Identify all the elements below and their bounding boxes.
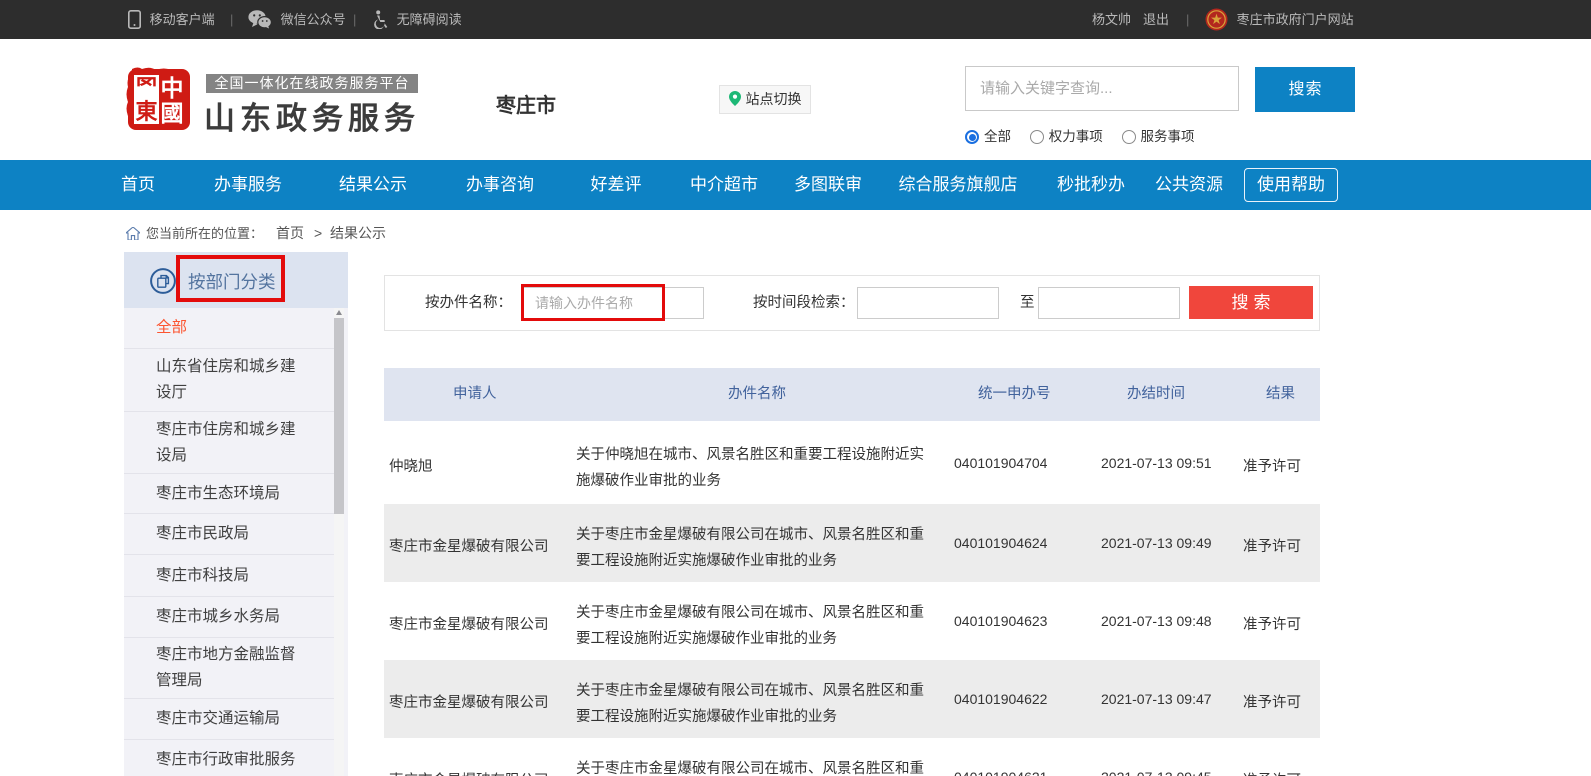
svg-text:國: 國 xyxy=(161,100,184,126)
svg-text:罓: 罓 xyxy=(135,75,157,100)
svg-text:東: 東 xyxy=(135,99,157,124)
svg-text:中: 中 xyxy=(161,75,184,101)
